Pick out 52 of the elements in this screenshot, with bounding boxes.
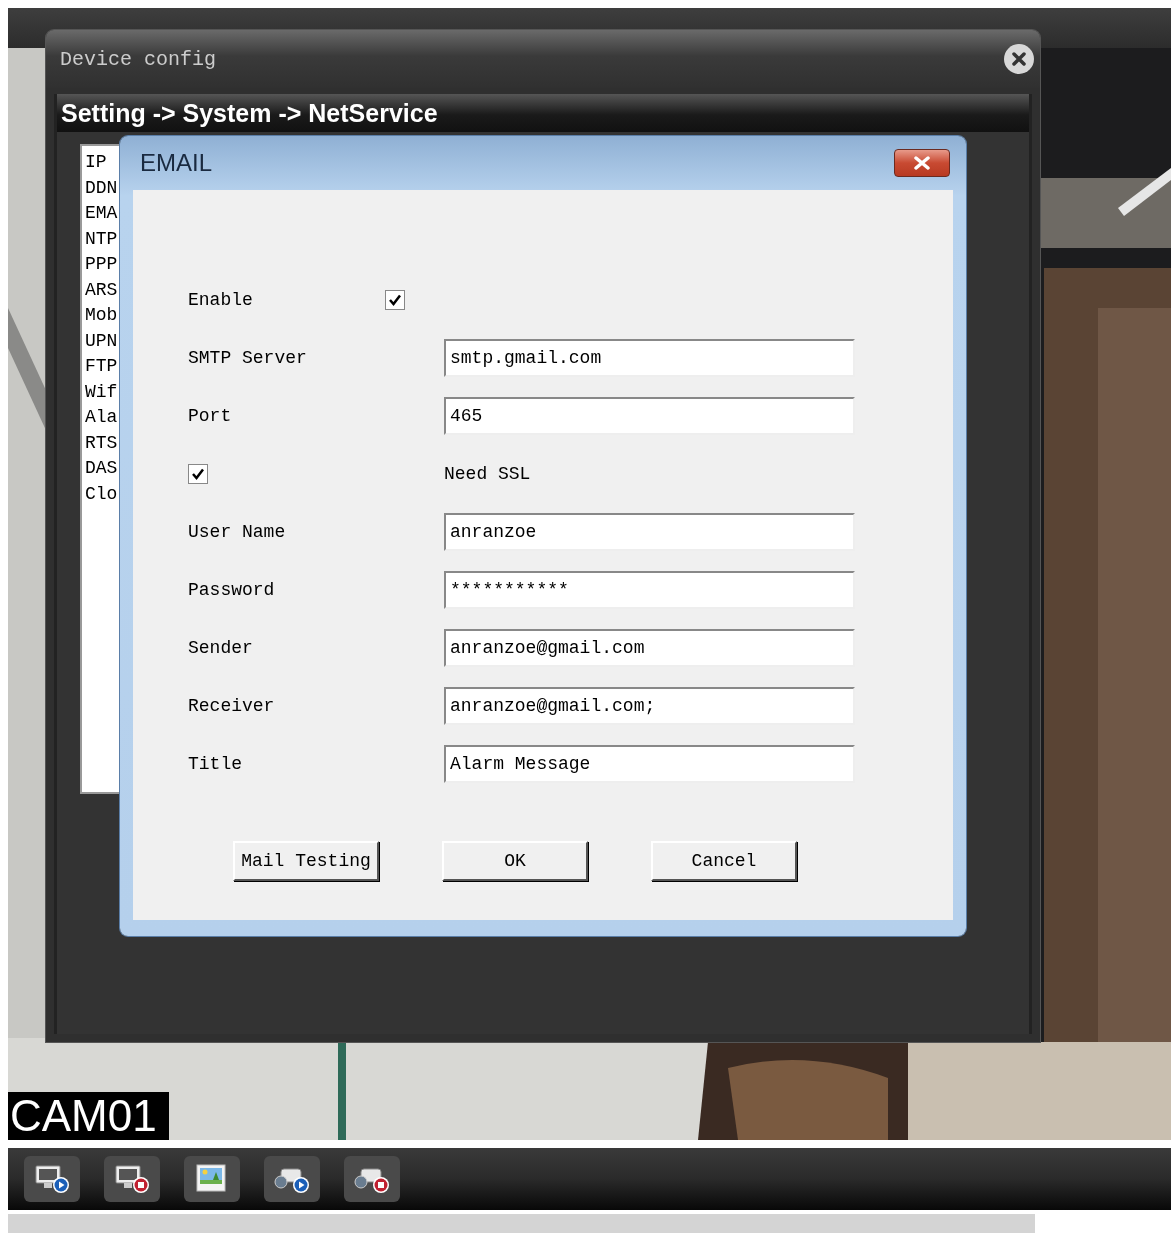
list-item[interactable]: NTP: [85, 226, 118, 252]
list-item[interactable]: EMA: [85, 201, 118, 227]
camera-label: CAM01: [8, 1092, 169, 1140]
monitor-stop-icon: [113, 1163, 151, 1195]
toolbar-button[interactable]: [264, 1156, 320, 1202]
check-icon: [191, 468, 205, 480]
input-field[interactable]: anranzoe: [444, 513, 855, 551]
list-item[interactable]: FTP: [85, 354, 118, 380]
field-label: Port: [188, 406, 233, 426]
toolbar-button[interactable]: [104, 1156, 160, 1202]
field-label: Sender: [188, 638, 254, 658]
list-item[interactable]: Wif: [85, 379, 118, 405]
list-item[interactable]: RTS: [85, 430, 118, 456]
checkbox[interactable]: [385, 290, 405, 310]
breadcrumb: Setting -> System -> NetService: [57, 94, 1029, 132]
toolbar-button[interactable]: [24, 1156, 80, 1202]
list-item[interactable]: UPN: [85, 328, 118, 354]
checkbox[interactable]: [188, 464, 208, 484]
field-label: Receiver: [188, 696, 276, 716]
list-item[interactable]: Clo: [85, 481, 118, 507]
dialog-title: EMAIL: [140, 149, 213, 177]
list-item[interactable]: DDN: [85, 175, 118, 201]
field-label: Enable: [188, 290, 254, 310]
input-field[interactable]: anranzoe@gmail.com: [444, 629, 855, 667]
dialog-button[interactable]: OK: [442, 841, 588, 881]
list-item[interactable]: IP: [85, 150, 107, 176]
input-field[interactable]: smtp.gmail.com: [444, 339, 855, 377]
list-item[interactable]: Mob: [85, 303, 118, 329]
window-title: Device config: [60, 47, 217, 71]
toolbar-button[interactable]: [184, 1156, 240, 1202]
field-label: SMTP Server: [188, 348, 308, 368]
check-icon: [388, 294, 402, 306]
close-icon: [1011, 51, 1027, 67]
list-item[interactable]: DAS: [85, 456, 118, 482]
field-label: Title: [188, 754, 243, 774]
dialog-button[interactable]: Cancel: [651, 841, 797, 881]
field-label: Password: [188, 580, 276, 600]
close-button[interactable]: [1004, 44, 1034, 74]
monitor-play-icon: [33, 1163, 71, 1195]
list-item[interactable]: Ala: [85, 405, 118, 431]
input-field[interactable]: 465: [444, 397, 855, 435]
input-field[interactable]: anranzoe@gmail.com;: [444, 687, 855, 725]
close-button[interactable]: [894, 149, 950, 177]
dialog-button[interactable]: Mail Testing: [233, 841, 379, 881]
list-item[interactable]: PPP: [85, 252, 118, 278]
input-field[interactable]: ***********: [444, 571, 855, 609]
list-item[interactable]: ARS: [85, 277, 118, 303]
field-label: User Name: [188, 522, 287, 542]
field-label: Need SSL: [444, 464, 531, 484]
toolbar-button[interactable]: [344, 1156, 400, 1202]
input-field[interactable]: Alarm Message: [444, 745, 855, 783]
close-icon: [913, 156, 931, 170]
